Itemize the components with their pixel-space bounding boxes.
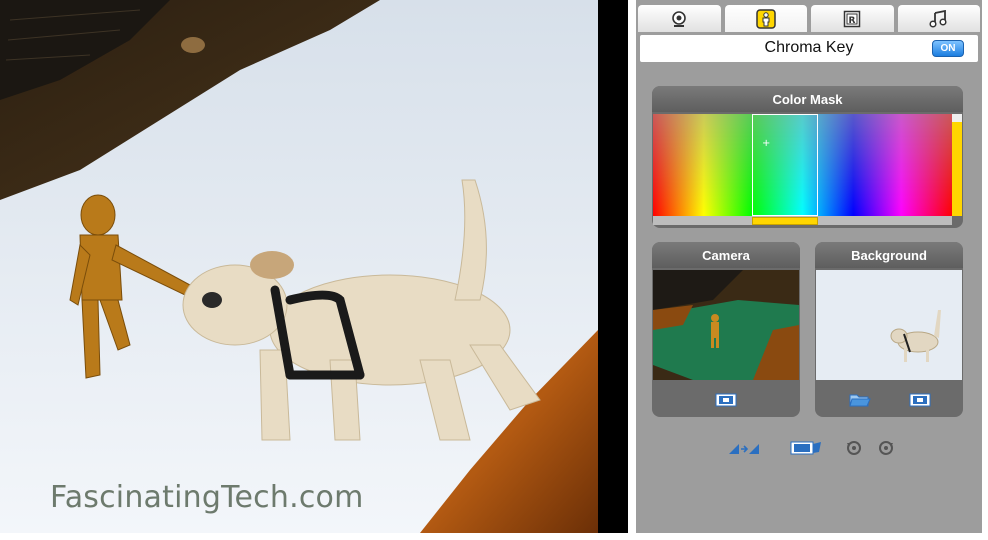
music-notes-icon [929,9,949,29]
camera-settings-button[interactable] [715,392,737,408]
hue-range-handle[interactable] [752,217,818,225]
saturation-slider-top [952,114,962,122]
rotate-right-icon [879,441,893,455]
watermark-text: FascinatingTech.com [50,480,364,515]
tab-frame[interactable]: R [811,5,894,32]
open-background-button[interactable] [849,392,871,408]
preview-scene [0,0,598,533]
color-mask-panel: Color Mask + [652,86,963,228]
color-selection-rect[interactable] [752,114,818,216]
crosshair-icon: + [762,138,771,149]
snapshot-icon [790,441,821,455]
rotate-left-icon [847,441,861,455]
color-mask-title: Color Mask [652,86,963,112]
camera-title: Camera [652,242,800,268]
effects-panel: R Chroma Key ON Color Mask + Camera Back… [636,0,982,533]
tab-audio[interactable] [897,5,980,32]
swap-arrows-icon [729,444,759,454]
preview-border [598,0,628,533]
background-thumbnail [816,270,962,380]
effect-header: Chroma Key ON [640,35,978,62]
app-window: FascinatingTech.com R Chroma Key ON Colo… [0,0,988,540]
effect-title: Chroma Key [764,39,854,56]
rotate-left-button[interactable] [844,438,864,458]
camera-settings-icon [715,393,737,407]
tab-webcam[interactable] [638,5,721,32]
effect-tabs: R [638,5,980,32]
camera-panel: Camera [652,242,800,417]
saturation-slider[interactable] [952,114,962,216]
background-panel: Background [815,242,963,417]
registered-frame-icon: R [842,9,862,29]
folder-open-icon [849,394,871,407]
rotate-right-button[interactable] [876,438,896,458]
effect-on-toggle[interactable]: ON [932,40,964,57]
swap-button[interactable] [726,438,762,458]
background-settings-icon [909,393,931,407]
background-title: Background [815,242,963,268]
person-icon [756,8,776,29]
camera-thumbnail [653,270,799,380]
webcam-icon [669,9,689,29]
bottom-toolbar [636,438,982,458]
svg-text:R: R [849,16,856,26]
background-settings-button[interactable] [909,392,931,408]
video-preview: FascinatingTech.com [0,0,598,533]
snapshot-button[interactable] [788,438,824,458]
tab-chroma-key[interactable] [724,5,807,32]
